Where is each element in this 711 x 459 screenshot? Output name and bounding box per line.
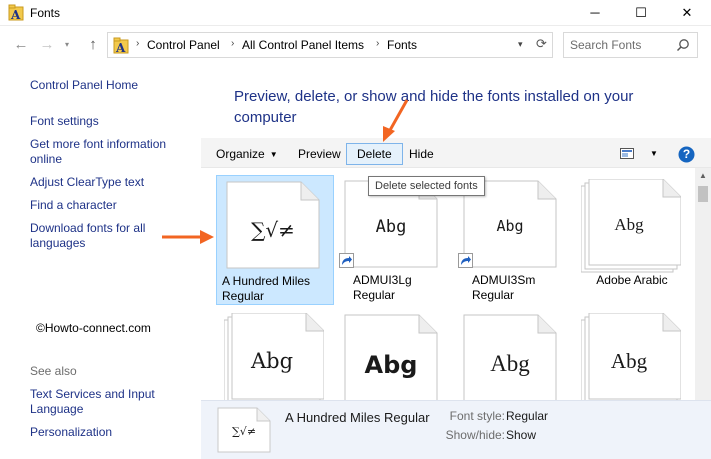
font-sample-text: ∑√≠ <box>251 218 295 242</box>
minimize-button[interactable]: ─ <box>572 0 618 26</box>
font-sample-text: Abg <box>490 351 530 376</box>
search-box[interactable] <box>563 32 698 58</box>
svg-text:A: A <box>10 8 21 21</box>
refresh-button[interactable]: ⟳ <box>536 36 547 52</box>
breadcrumb-separator[interactable]: › <box>376 38 379 49</box>
window-title: Fonts <box>30 6 61 20</box>
page-title: Preview, delete, or show and hide the fo… <box>234 88 634 126</box>
preview-button[interactable]: Preview <box>291 143 348 165</box>
organize-label: Organize <box>216 147 265 161</box>
control-panel-home-link[interactable]: Control Panel Home <box>30 78 190 93</box>
title-bar: A Fonts ─ ☐ ✕ <box>0 0 711 26</box>
svg-text:A: A <box>115 41 126 54</box>
see-also-header: See also <box>30 364 77 378</box>
font-sample-text: Abg <box>496 217 524 235</box>
font-style-value: Regular <box>506 409 549 423</box>
find-character-link[interactable]: Find a character <box>30 198 190 213</box>
more-font-info-link[interactable]: Get more font information online <box>30 137 180 167</box>
delete-tooltip: Delete selected fonts <box>368 176 485 196</box>
hide-button[interactable]: Hide <box>402 143 441 165</box>
view-dropdown-button[interactable]: ▼ <box>649 143 659 165</box>
details-pane: ∑√≠ A Hundred Miles Regular Font style: … <box>201 400 711 459</box>
help-glyph: ? <box>682 147 691 161</box>
breadcrumb-separator[interactable]: › <box>136 38 139 49</box>
font-sample-text: Abg <box>610 349 648 373</box>
address-dropdown-button[interactable]: ▾ <box>518 39 523 50</box>
font-tile[interactable]: Abg <box>573 309 691 400</box>
breadcrumb-all-items[interactable]: All Control Panel Items <box>242 38 364 52</box>
font-grid: ∑√≠ A Hundred Miles Regular Abg ADMUI3Lg Re… <box>201 168 695 400</box>
breadcrumb-separator[interactable]: › <box>231 38 234 49</box>
navigation-pane: Control Panel Home Font settings Get mor… <box>0 62 200 459</box>
navigation-bar: ← → ▾ ↑ A › Control Panel › All Control … <box>0 30 711 60</box>
chevron-down-icon: ▼ <box>269 150 278 159</box>
font-tile[interactable]: Abg <box>454 309 572 400</box>
text-services-link[interactable]: Text Services and Input Language <box>30 387 180 417</box>
font-style-label: Font style: <box>449 409 505 423</box>
fonts-folder-icon: A <box>113 37 129 54</box>
personalization-link[interactable]: Personalization <box>30 425 190 440</box>
magnifier-icon[interactable] <box>676 38 690 52</box>
shortcut-arrow-icon <box>458 253 473 268</box>
font-sample-text: Abg <box>364 351 418 379</box>
up-button[interactable]: ↑ <box>82 34 104 56</box>
scroll-thumb[interactable] <box>698 186 708 202</box>
breadcrumb-control-panel[interactable]: Control Panel <box>147 38 220 52</box>
fonts-folder-icon: A <box>8 4 24 21</box>
details-preview-sample: ∑√≠ <box>231 425 257 438</box>
font-sample-text: Abg <box>375 217 407 237</box>
show-hide-value: Show <box>506 428 537 442</box>
font-tile[interactable]: Abg <box>335 309 453 400</box>
delete-button[interactable]: Delete <box>346 143 403 165</box>
view-options-icon <box>620 148 634 159</box>
view-options-button[interactable] <box>617 146 643 162</box>
watermark: ©Howto-connect.com <box>36 321 151 335</box>
breadcrumb-fonts[interactable]: Fonts <box>387 38 417 52</box>
font-name-label: A Hundred Miles Regular <box>222 274 311 303</box>
recent-locations-button[interactable]: ▾ <box>60 34 74 56</box>
download-fonts-link[interactable]: Download fonts for all languages <box>30 221 160 251</box>
address-bar[interactable]: A › Control Panel › All Control Panel It… <box>107 32 553 58</box>
command-bar: Organize ▼ Preview Delete Hide ▼ ? <box>201 138 711 168</box>
font-settings-link[interactable]: Font settings <box>30 114 190 129</box>
forward-button[interactable]: → <box>36 34 58 56</box>
help-button[interactable]: ? <box>677 145 695 163</box>
search-input[interactable] <box>570 37 670 53</box>
font-tile[interactable]: Abg Adobe Arabic <box>573 175 691 305</box>
font-tile[interactable]: ∑√≠ A Hundred Miles Regular <box>216 175 334 305</box>
details-font-name: A Hundred Miles Regular <box>285 410 430 425</box>
font-name-label: ADMUI3Sm Regular <box>472 273 536 302</box>
scroll-up-button[interactable]: ▲ <box>695 168 711 184</box>
back-button[interactable]: ← <box>10 34 32 56</box>
adjust-cleartype-link[interactable]: Adjust ClearType text <box>30 175 190 190</box>
font-name-label: ADMUI3Lg Regular <box>353 273 412 302</box>
maximize-button[interactable]: ☐ <box>618 0 664 26</box>
organize-button[interactable]: Organize ▼ <box>209 143 285 165</box>
close-button[interactable]: ✕ <box>664 0 710 26</box>
font-name-label: Adobe Arabic <box>596 273 668 287</box>
font-sample-text: Abg <box>250 349 294 373</box>
font-sample-text: Abg <box>614 215 644 234</box>
vertical-scrollbar[interactable]: ▲ <box>695 168 711 400</box>
font-tile[interactable]: Abg <box>216 309 334 400</box>
show-hide-label: Show/hide: <box>445 428 505 442</box>
shortcut-arrow-icon <box>339 253 354 268</box>
